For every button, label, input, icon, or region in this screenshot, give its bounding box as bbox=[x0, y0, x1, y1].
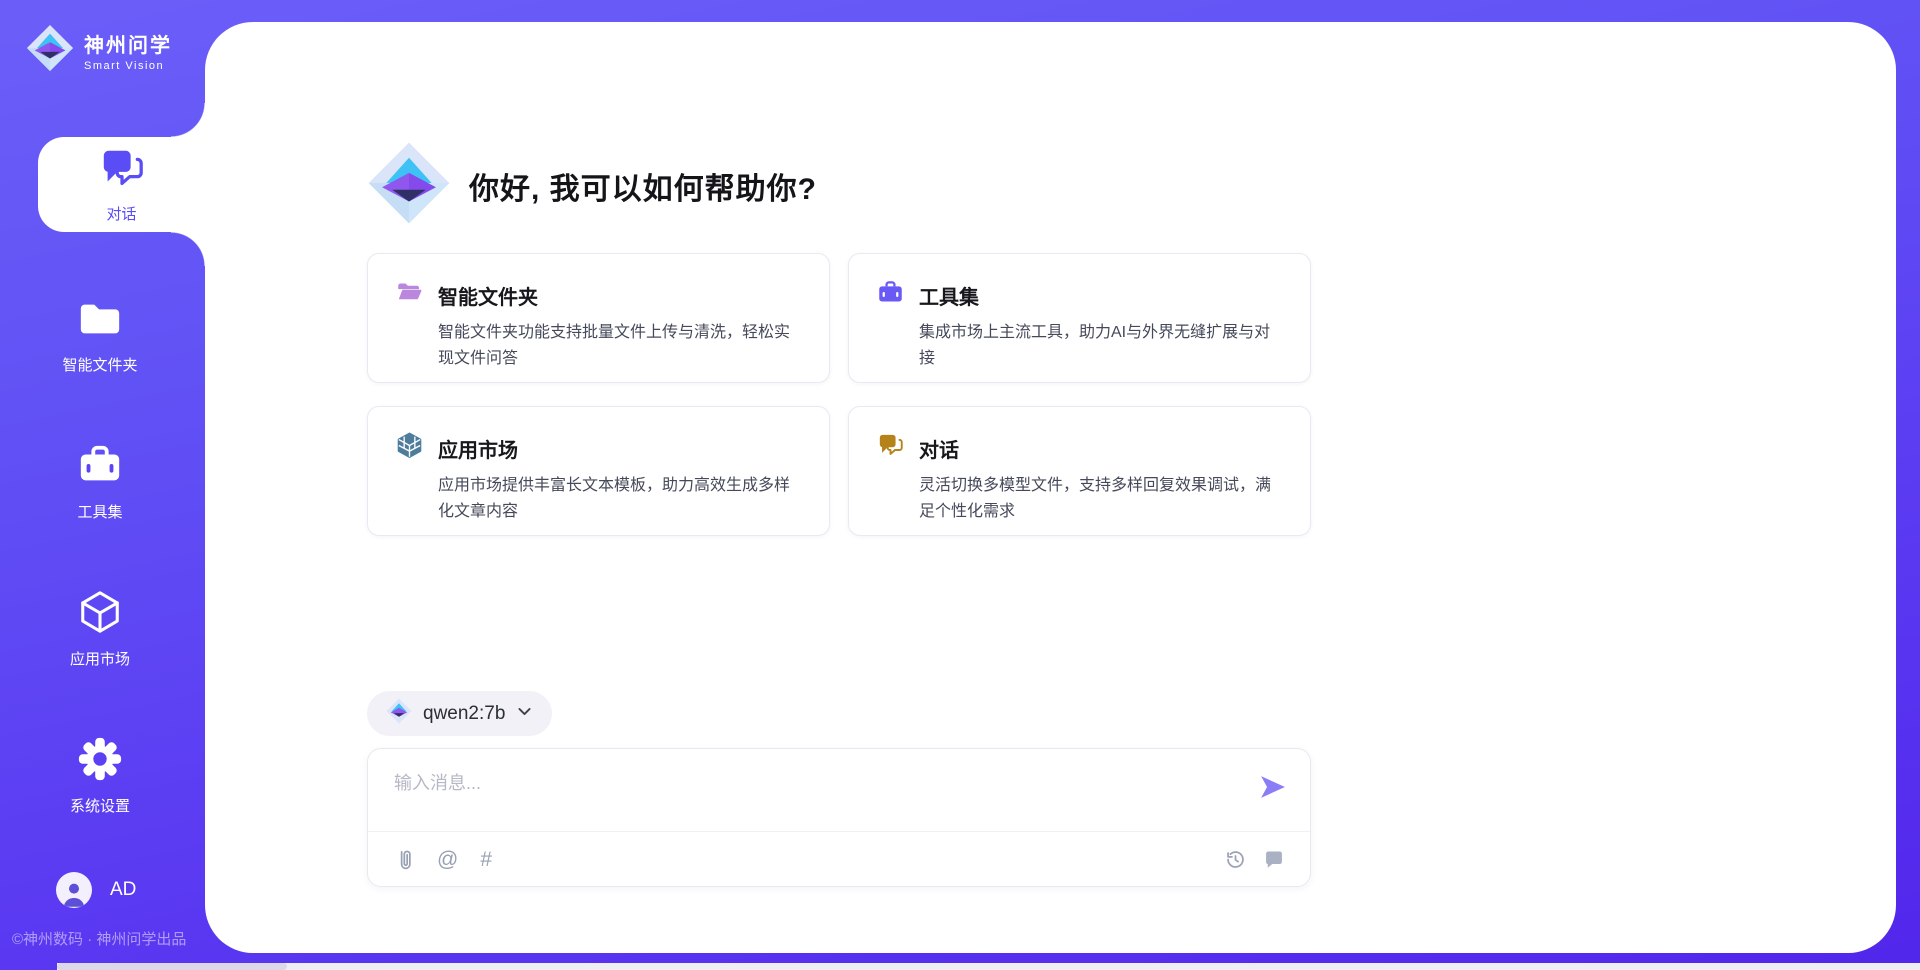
chevron-down-icon bbox=[516, 703, 533, 725]
message-composer: @ # bbox=[367, 748, 1311, 887]
greeting-diamond-icon bbox=[367, 141, 451, 230]
card-title: 对话 bbox=[919, 434, 959, 463]
message-input[interactable] bbox=[394, 769, 1244, 827]
card-smart-folders[interactable]: 智能文件夹 智能文件夹功能支持批量文件上传与清洗，轻松实现文件问答 bbox=[367, 253, 830, 383]
card-title: 工具集 bbox=[919, 281, 979, 310]
feature-cards: 智能文件夹 智能文件夹功能支持批量文件上传与清洗，轻松实现文件问答 工具集 集成… bbox=[367, 253, 1311, 536]
send-icon[interactable] bbox=[1260, 775, 1286, 804]
user-initials: AD bbox=[110, 879, 136, 901]
tab-fillet-top bbox=[171, 103, 205, 137]
model-name: qwen2:7b bbox=[423, 703, 505, 725]
sidebar-item-label: 对话 bbox=[106, 203, 136, 224]
model-diamond-icon bbox=[386, 698, 412, 729]
scrollbar-thumb[interactable] bbox=[57, 963, 287, 970]
brand-logo: 神州问学 Smart Vision bbox=[26, 24, 172, 77]
grid-cube-icon bbox=[396, 432, 423, 464]
sidebar-item-chat[interactable]: 对话 bbox=[38, 137, 205, 232]
tab-fillet-bottom bbox=[171, 232, 205, 266]
cube-icon bbox=[77, 589, 123, 640]
card-description: 灵活切换多模型文件，支持多样回复效果调试，满足个性化需求 bbox=[919, 473, 1282, 525]
toolbox-icon bbox=[877, 279, 904, 311]
mention-icon[interactable]: @ bbox=[437, 849, 458, 870]
sidebar-item-label: 应用市场 bbox=[70, 648, 130, 669]
card-description: 应用市场提供丰富长文本模板，助力高效生成多样化文章内容 bbox=[438, 473, 801, 525]
brand-diamond-icon bbox=[26, 24, 74, 77]
folder-icon bbox=[77, 295, 123, 346]
sidebar-item-label: 工具集 bbox=[77, 501, 122, 522]
attachment-icon[interactable] bbox=[394, 848, 415, 871]
card-description: 集成市场上主流工具，助力AI与外界无缝扩展与对接 bbox=[919, 320, 1282, 372]
chat-icon bbox=[877, 432, 904, 464]
gear-icon bbox=[77, 736, 123, 787]
horizontal-scrollbar[interactable] bbox=[57, 963, 1920, 970]
sidebar-item-label: 智能文件夹 bbox=[62, 354, 137, 375]
sidebar-item-folders[interactable]: 智能文件夹 bbox=[0, 293, 200, 377]
sidebar-item-settings[interactable]: 系统设置 bbox=[0, 734, 200, 818]
brand-subtitle: Smart Vision bbox=[84, 60, 172, 72]
sidebar-item-label: 系统设置 bbox=[70, 795, 130, 816]
greeting-title: 你好, 我可以如何帮助你? bbox=[469, 164, 817, 208]
composer-toolbar: @ # bbox=[368, 832, 1310, 886]
card-title: 应用市场 bbox=[438, 434, 518, 463]
avatar bbox=[56, 872, 92, 908]
card-chat[interactable]: 对话 灵活切换多模型文件，支持多样回复效果调试，满足个性化需求 bbox=[848, 406, 1311, 536]
card-toolset[interactable]: 工具集 集成市场上主流工具，助力AI与外界无缝扩展与对接 bbox=[848, 253, 1311, 383]
sidebar-item-marketplace[interactable]: 应用市场 bbox=[0, 587, 200, 671]
folder-open-icon bbox=[396, 279, 423, 311]
chat-icon bbox=[99, 146, 145, 197]
chat-bubble-icon[interactable] bbox=[1264, 849, 1284, 869]
hashtag-icon[interactable]: # bbox=[480, 849, 492, 870]
model-selector[interactable]: qwen2:7b bbox=[367, 691, 552, 736]
user-profile[interactable]: AD bbox=[56, 872, 136, 908]
card-description: 智能文件夹功能支持批量文件上传与清洗，轻松实现文件问答 bbox=[438, 320, 801, 372]
copyright-text: ©神州数码 · 神州问学出品 bbox=[12, 928, 186, 949]
history-icon[interactable] bbox=[1225, 849, 1246, 870]
brand-name: 神州问学 bbox=[84, 29, 172, 58]
sidebar: 神州问学 Smart Vision 对话 智能文件夹 bbox=[0, 0, 205, 970]
toolbox-icon bbox=[77, 442, 123, 493]
card-title: 智能文件夹 bbox=[438, 281, 538, 310]
sidebar-item-tools[interactable]: 工具集 bbox=[0, 440, 200, 524]
content-area: 你好, 我可以如何帮助你? 智能文件夹 智能文件夹功能支持批量文件上传与清洗，轻… bbox=[367, 0, 1311, 931]
greeting: 你好, 我可以如何帮助你? bbox=[367, 141, 817, 230]
card-app-market[interactable]: 应用市场 应用市场提供丰富长文本模板，助力高效生成多样化文章内容 bbox=[367, 406, 830, 536]
